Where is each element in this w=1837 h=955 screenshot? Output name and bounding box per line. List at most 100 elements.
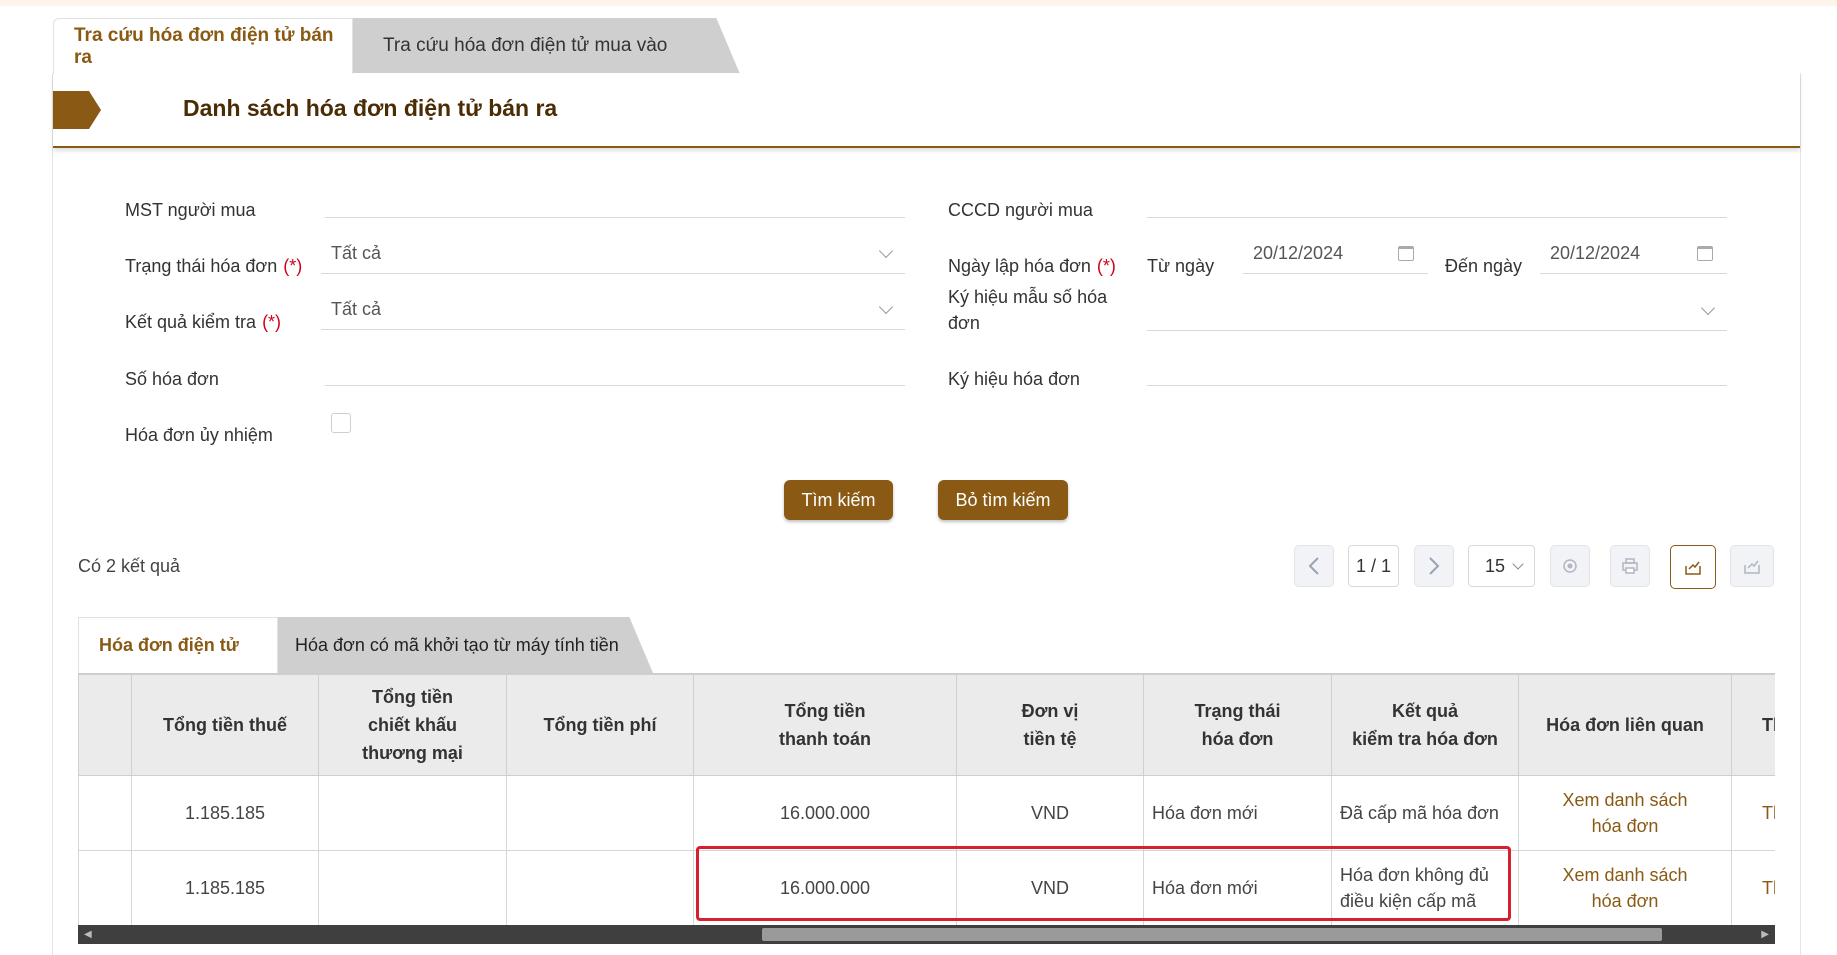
tab-purchased-invoices[interactable]: Tra cứu hóa đơn điện tử mua vào xyxy=(345,18,740,74)
cell-status: Hóa đơn mới xyxy=(1143,850,1332,926)
chevron-down-icon xyxy=(878,299,894,315)
cell-extra[interactable]: Th xyxy=(1731,775,1775,851)
export-alt-button[interactable] xyxy=(1730,545,1774,587)
cell-blank xyxy=(78,850,132,926)
col-header-total: Tổng tiền thanh toán xyxy=(693,674,957,776)
template-label-line2: đơn xyxy=(948,313,980,333)
table-row[interactable]: 1.185.185 16.000.000 VND Hóa đơn mới Hóa… xyxy=(78,850,1775,926)
page-title: Danh sách hóa đơn điện tử bán ra xyxy=(183,95,558,121)
cell-line: Xem danh sách xyxy=(1562,865,1688,885)
chevron-down-icon xyxy=(1700,300,1716,316)
to-date-input[interactable]: 20/12/2024 xyxy=(1540,234,1727,274)
top-strip xyxy=(0,0,1837,6)
tab-electronic-invoice[interactable]: Hóa đơn điện tử xyxy=(78,617,278,673)
cell-total: 16.000.000 xyxy=(693,775,957,851)
col-header-discount: Tổng tiền chiết khấu thương mại xyxy=(318,674,507,776)
next-page-button[interactable] xyxy=(1414,545,1454,587)
cell-status: Hóa đơn mới xyxy=(1143,775,1332,851)
cell-line: Xem danh sách xyxy=(1562,790,1688,810)
col-header-check-result: Kết quả kiểm tra hóa đơn xyxy=(1331,674,1519,776)
status-label-text: Trạng thái hóa đơn xyxy=(125,256,278,276)
invoice-table-container: Tổng tiền thuế Tổng tiền chiết khấu thương… xyxy=(78,673,1775,926)
check-label-text: Kết quả kiểm tra xyxy=(125,312,257,332)
cell-line: Đã cấp mã hóa đơn xyxy=(1340,803,1499,823)
header-flag-icon xyxy=(53,91,101,129)
from-date-input[interactable]: 20/12/2024 xyxy=(1243,234,1428,274)
result-count: Có 2 kết quả xyxy=(78,556,181,576)
print-button[interactable] xyxy=(1610,545,1650,587)
check-result-value: Tất cả xyxy=(331,299,382,319)
cell-tax: 1.185.185 xyxy=(131,850,319,926)
calendar-icon[interactable] xyxy=(1398,246,1414,261)
cccd-input[interactable] xyxy=(1147,178,1727,218)
cell-tax: 1.185.185 xyxy=(131,775,319,851)
header-line: Hóa đơn liên quan xyxy=(1546,715,1704,735)
cell-extra[interactable]: Th xyxy=(1731,850,1775,926)
col-header-related: Hóa đơn liên quan xyxy=(1518,674,1732,776)
cell-fee xyxy=(506,775,694,851)
header-line: thương mại xyxy=(362,743,463,763)
header-line: Th xyxy=(1762,715,1775,735)
chevron-down-icon xyxy=(1512,558,1524,570)
header-line: chiết khấu xyxy=(367,715,458,735)
cell-check-result: Đã cấp mã hóa đơn xyxy=(1331,775,1519,851)
status-select-value: Tất cả xyxy=(331,243,382,263)
template-label-line1: Ký hiệu mẫu số hóa xyxy=(948,287,1108,307)
scroll-left-icon[interactable]: ◀ xyxy=(84,929,92,940)
export-icon xyxy=(1744,560,1760,574)
template-label: Ký hiệu mẫu số hóa đơn xyxy=(948,284,1107,336)
cell-currency: VND xyxy=(956,850,1144,926)
invoice-symbol-label: Ký hiệu hóa đơn xyxy=(948,369,1080,389)
scroll-right-icon[interactable]: ▶ xyxy=(1761,929,1769,940)
header-line: kiểm tra hóa đơn xyxy=(1352,729,1498,749)
check-label: Kết quả kiểm tra (*) xyxy=(125,309,281,335)
chevron-right-icon xyxy=(1429,557,1440,575)
mst-input[interactable] xyxy=(325,178,905,218)
delegated-checkbox[interactable] xyxy=(331,413,351,433)
header-line: Tổng tiền xyxy=(372,687,453,707)
from-date-value: 20/12/2024 xyxy=(1253,243,1344,263)
page-size-select[interactable]: 15 xyxy=(1468,545,1535,587)
search-button[interactable]: Tìm kiếm xyxy=(784,480,893,520)
required-mark: (*) xyxy=(1096,256,1116,276)
tab-sold-invoices[interactable]: Tra cứu hóa đơn điện tử bán ra xyxy=(53,18,353,74)
cccd-label: CCCD người mua xyxy=(948,200,1093,220)
invoice-symbol-input[interactable] xyxy=(1147,346,1727,386)
invoice-number-input[interactable] xyxy=(325,346,905,386)
cell-line: hóa đơn xyxy=(1591,891,1659,911)
scrollbar-thumb[interactable] xyxy=(762,928,1662,941)
status-select[interactable]: Tất cả xyxy=(321,234,905,274)
tab-cash-register-invoice[interactable]: Hóa đơn có mã khởi tạo từ máy tính tiền xyxy=(258,617,653,673)
table-row[interactable]: 1.185.185 16.000.000 VND Hóa đơn mới Đã … xyxy=(78,775,1775,851)
header-line: Kết quả xyxy=(1391,701,1458,721)
check-result-select[interactable]: Tất cả xyxy=(321,290,905,330)
export-button[interactable] xyxy=(1670,545,1716,589)
col-header-tax: Tổng tiền thuế xyxy=(131,674,319,776)
header-line: thanh toán xyxy=(779,729,871,749)
clear-search-button[interactable]: Bỏ tìm kiếm xyxy=(938,480,1068,520)
header-line: Đơn vị xyxy=(1021,701,1079,721)
status-label: Trạng thái hóa đơn (*) xyxy=(125,253,302,279)
cell-discount xyxy=(318,850,507,926)
header-line: Trạng thái xyxy=(1194,701,1281,721)
view-button[interactable] xyxy=(1550,545,1590,587)
export-icon xyxy=(1685,561,1701,575)
to-date-value: 20/12/2024 xyxy=(1550,243,1641,263)
panel-header: Danh sách hóa đơn điện tử bán ra xyxy=(53,73,1800,148)
prev-page-button[interactable] xyxy=(1294,545,1334,587)
header-line: hóa đơn xyxy=(1201,729,1274,749)
col-header-currency: Đơn vị tiền tệ xyxy=(956,674,1144,776)
cell-discount xyxy=(318,775,507,851)
horizontal-scrollbar[interactable]: ◀ ▶ xyxy=(78,925,1775,944)
related-invoices-link[interactable]: Xem danh sách hóa đơn xyxy=(1518,775,1732,851)
page-size-value: 15 xyxy=(1485,555,1506,576)
col-header-blank xyxy=(78,674,132,776)
calendar-icon[interactable] xyxy=(1697,246,1713,261)
cell-currency: VND xyxy=(956,775,1144,851)
cell-check-result: Hóa đơn không đủ điều kiện cấp mã xyxy=(1331,850,1519,926)
chevron-left-icon xyxy=(1308,557,1319,575)
template-select[interactable] xyxy=(1147,291,1727,331)
related-invoices-link[interactable]: Xem danh sách hóa đơn xyxy=(1518,850,1732,926)
col-header-extra: Th xyxy=(1731,674,1775,776)
date-label-text: Ngày lập hóa đơn xyxy=(948,256,1091,276)
